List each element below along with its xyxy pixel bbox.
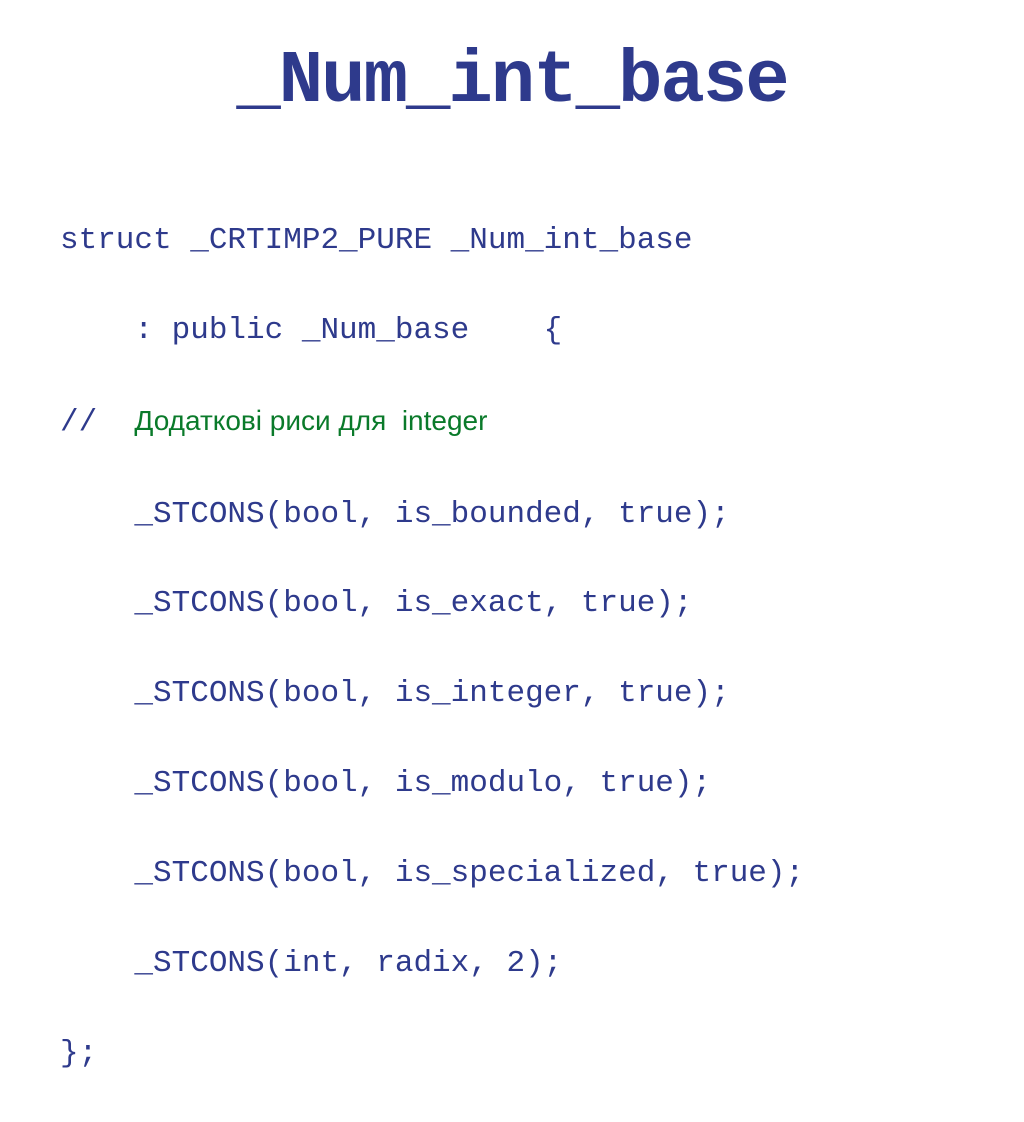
code-line-stcons-bounded: _STCONS(bool, is_bounded, true); <box>60 493 964 538</box>
code-line-inherit: : public _Num_base { <box>60 309 964 354</box>
code-line-stcons-radix: _STCONS(int, radix, 2); <box>60 942 964 987</box>
code-line-stcons-specialized: _STCONS(bool, is_specialized, true); <box>60 852 964 897</box>
code-block: struct _CRTIMP2_PURE _Num_int_base : pub… <box>60 174 964 1122</box>
code-line-close: }; <box>60 1032 964 1077</box>
code-line-comment: // Додаткові риси для integer <box>60 401 964 446</box>
comment-text: Додаткові риси для integer <box>134 405 487 436</box>
code-line-stcons-exact: _STCONS(bool, is_exact, true); <box>60 582 964 627</box>
code-line-struct: struct _CRTIMP2_PURE _Num_int_base <box>60 219 964 264</box>
slide-title: _Num_int_base <box>60 40 964 124</box>
code-line-stcons-modulo: _STCONS(bool, is_modulo, true); <box>60 762 964 807</box>
comment-prefix: // <box>60 405 134 440</box>
code-line-stcons-integer: _STCONS(bool, is_integer, true); <box>60 672 964 717</box>
